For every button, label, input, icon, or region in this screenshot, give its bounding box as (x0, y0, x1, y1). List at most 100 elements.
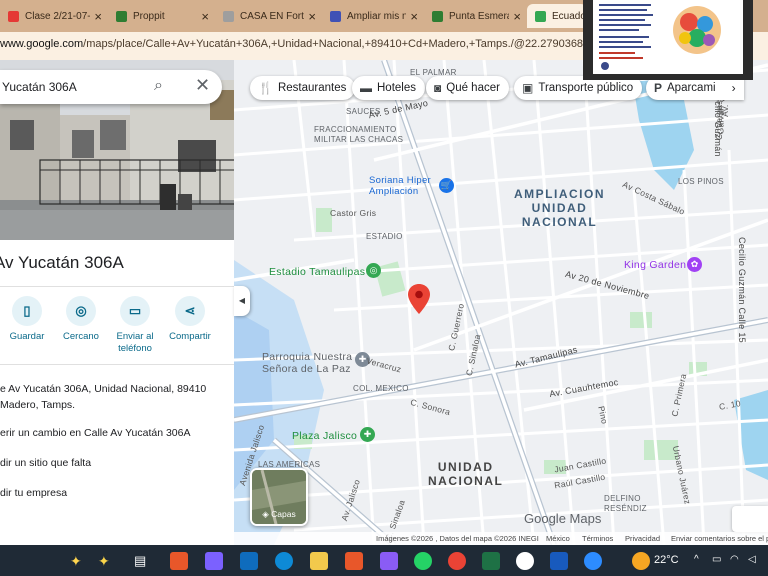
footer-terms-link[interactable]: Términos (582, 534, 613, 543)
excel-icon[interactable] (482, 552, 500, 570)
word-icon[interactable] (550, 552, 568, 570)
tab-title: Ampliar mis no (347, 10, 407, 22)
share-button[interactable]: ⋖ Compartir (160, 296, 220, 343)
weather-icon (632, 552, 650, 570)
chip-things-to-do[interactable]: ◙ Qué hacer (426, 76, 509, 100)
office-icon[interactable] (170, 552, 188, 570)
nearby-button[interactable]: ◎ Cercano (51, 296, 111, 343)
zoom-icon (330, 10, 341, 22)
close-icon[interactable]: × (513, 9, 521, 24)
chip-label: Restaurantes (277, 82, 347, 94)
chip-hotels[interactable]: ▬ Hoteles (352, 76, 425, 100)
footer-privacy-link[interactable]: Privacidad (625, 534, 660, 543)
add-business-link[interactable]: dir tu empresa (0, 486, 67, 501)
close-icon[interactable]: × (410, 9, 418, 24)
footer-feedback-link[interactable]: Enviar comentarios sobre el p (671, 534, 768, 543)
camera-icon: ◙ (434, 81, 442, 95)
url-path: /maps/place/Calle+Av+Yucatán+306A,+Unida… (83, 38, 630, 50)
park-icon[interactable]: ✚ (360, 427, 375, 442)
action-label: Compartir (169, 331, 211, 342)
file-explorer-icon[interactable] (310, 552, 328, 570)
address-line[interactable]: Madero, Tamps. (0, 398, 75, 413)
chevron-up-icon[interactable]: ^ (694, 554, 699, 565)
temperature[interactable]: 22°C (654, 554, 679, 566)
tab-ampliar[interactable]: Ampliar mis no × (322, 4, 424, 28)
task-view-icon[interactable]: ▤ (134, 552, 152, 570)
tab-clase[interactable]: Clase 2/21-07- × (0, 4, 108, 28)
tab-title: Ecuador (552, 10, 587, 22)
chevron-right-icon[interactable]: › (732, 81, 736, 95)
bookmark-icon: ▯ (12, 296, 42, 326)
address-line[interactable]: e Av Yucatán 306A, Unidad Nacional, 8941… (0, 382, 206, 397)
tab-punta-esmeralda[interactable]: Punta Esmerald × (424, 4, 527, 28)
floating-thumbnail-window[interactable] (583, 0, 753, 80)
footer-region[interactable]: México (546, 534, 570, 543)
maps-icon (432, 10, 443, 22)
map-footer: Imágenes ©2026 , Datos del mapa ©2026 IN… (234, 532, 768, 545)
hotel-icon: ▬ (360, 81, 372, 95)
chip-label: Qué hacer (446, 82, 500, 94)
search-box[interactable]: Yucatán 306A ⌕ ✕ (0, 70, 222, 104)
footer-imagery: Imágenes ©2026 , Datos del mapa ©2026 IN… (376, 534, 539, 543)
add-missing-place-link[interactable]: dir un sitio que falta (0, 456, 91, 471)
media-player-icon[interactable] (516, 552, 534, 570)
whatsapp-icon[interactable] (414, 552, 432, 570)
volume-icon[interactable]: ◁ (748, 554, 756, 565)
chip-restaurants[interactable]: 🍴 Restaurantes (250, 76, 356, 100)
page-icon (223, 10, 234, 22)
street-label: Cecilio Guzmán Calle 15 (736, 237, 747, 343)
map-label: ESTADIO (366, 232, 403, 241)
poi-label-estadio[interactable]: Estadio Tamaulipas (269, 266, 365, 278)
poi-label-king-garden[interactable]: King Garden (624, 259, 686, 271)
url-domain: www.google.com (0, 38, 84, 50)
sparkle-icon[interactable]: ✦ (98, 552, 116, 570)
battery-icon[interactable]: ▭ (712, 554, 721, 565)
divider (0, 286, 234, 287)
copilot-sparkle-icon[interactable]: ✦ (70, 552, 88, 570)
action-label: Enviar al teléfono (116, 331, 154, 354)
search-input[interactable]: Yucatán 306A (2, 80, 77, 94)
tab-title: Punta Esmerald (449, 10, 509, 22)
zoom-control[interactable] (732, 506, 768, 532)
close-icon[interactable]: × (94, 9, 102, 24)
search-icon[interactable]: ⌕ (154, 77, 163, 95)
layers-text: Capas (271, 509, 296, 519)
tab-casa[interactable]: CASA EN Fortín × (215, 4, 322, 28)
poi-label-parroquia[interactable]: Parroquia Nuestra Señora de La Paz (262, 351, 352, 375)
poi-label-plaza-jalisco[interactable]: Plaza Jalisco (292, 430, 357, 442)
place-pin-icon[interactable] (408, 284, 430, 314)
chip-label: Transporte público (538, 82, 634, 94)
venue-icon[interactable]: ✿ (687, 257, 702, 272)
office-icon[interactable] (345, 552, 363, 570)
stadium-icon[interactable]: ◎ (366, 263, 381, 278)
outlook-icon[interactable] (240, 552, 258, 570)
action-label: Cercano (63, 331, 99, 342)
collapse-panel-button[interactable]: ◀ (234, 286, 250, 316)
wifi-icon[interactable]: ◠ (730, 554, 739, 565)
place-panel: Yucatán 306A ⌕ ✕ Av Yucatán 306A ▯ Guard… (0, 60, 234, 545)
url-text[interactable]: www.google.com/maps/place/Calle+Av+Yucat… (0, 38, 630, 50)
close-icon[interactable]: × (308, 9, 316, 24)
tab-ecuador[interactable]: Ecuador (527, 4, 587, 28)
send-to-phone-button[interactable]: ▭ Enviar al teléfono (105, 296, 165, 355)
zoom-icon[interactable] (584, 552, 602, 570)
edge-icon[interactable] (275, 552, 293, 570)
map-canvas[interactable]: 🛒 ◎ ✿ ✚ ✚ EL PALMAR SAUCES FRACCIONAMIEN… (234, 60, 768, 545)
save-button[interactable]: ▯ Guardar (0, 296, 57, 343)
close-icon[interactable]: × (201, 9, 209, 24)
chrome-icon[interactable] (448, 552, 466, 570)
suggest-edit-link[interactable]: erir un cambio en Calle Av Yucatán 306A (0, 426, 191, 441)
copilot-app-icon[interactable] (205, 552, 223, 570)
tab-proppit[interactable]: Proppit × (108, 4, 215, 28)
document-preview (593, 0, 743, 74)
tab-title: CASA EN Fortín (240, 10, 304, 22)
proppit-icon (116, 10, 127, 22)
windows-taskbar: ✦ ✦ ▤ 22°C ^ ▭ ◠ ◁ (0, 545, 768, 576)
app-icon[interactable] (380, 552, 398, 570)
layers-button[interactable]: ◈ Capas (250, 468, 308, 526)
shopping-icon[interactable]: 🛒 (439, 178, 454, 193)
close-icon[interactable]: ✕ (195, 75, 210, 96)
map-label[interactable]: Soriana Hiper Ampliación (369, 175, 431, 197)
tab-title: Clase 2/21-07- (25, 10, 91, 22)
action-label: Guardar (9, 331, 45, 342)
